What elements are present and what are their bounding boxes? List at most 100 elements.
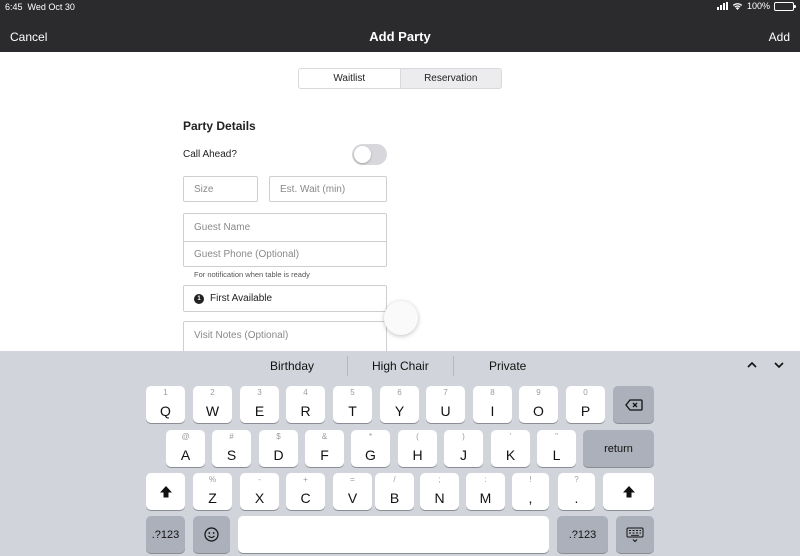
clock: 6:45: [5, 2, 23, 12]
shift-key-left[interactable]: [146, 473, 185, 510]
key-label: R: [300, 403, 311, 419]
guest-phone-input[interactable]: Guest Phone (Optional): [184, 240, 386, 268]
key-label: P: [580, 403, 591, 419]
shift-arrow-icon: [159, 485, 172, 497]
key-h[interactable]: (H: [398, 430, 437, 467]
emoji-icon: [204, 527, 219, 542]
navigation-bar: 6:45 Wed Oct 30 100% Cancel Add Party Ad…: [0, 0, 800, 52]
key-label: A: [180, 447, 191, 463]
key-period[interactable]: ?.: [558, 473, 595, 510]
key-label: O: [533, 403, 544, 419]
key-alt-label: ?: [574, 475, 579, 484]
add-party-screen: 6:45 Wed Oct 30 100% Cancel Add Party Ad…: [0, 0, 800, 556]
key-m[interactable]: :M: [466, 473, 505, 510]
key-alt-label: 6: [397, 388, 402, 397]
key-alt-label: ': [509, 432, 512, 441]
key-q[interactable]: 1Q: [146, 386, 185, 423]
dismiss-keyboard-key[interactable]: [616, 516, 654, 553]
chevron-up-icon[interactable]: [747, 360, 757, 370]
toggle-knob: [354, 146, 371, 163]
key-l[interactable]: " L: [537, 430, 576, 467]
key-alt-label: 8: [490, 388, 495, 397]
assistive-touch-button[interactable]: [384, 301, 418, 335]
suggestion-high-chair[interactable]: High Chair: [372, 359, 429, 373]
waitlist-segment[interactable]: Waitlist: [299, 69, 401, 88]
key-alt-label: ;: [438, 475, 441, 484]
key-alt-label: +: [303, 475, 308, 484]
key-p[interactable]: 0P: [566, 386, 605, 423]
backspace-icon: [624, 398, 643, 411]
reservation-segment[interactable]: Reservation: [401, 69, 502, 88]
suggestion-private[interactable]: Private: [489, 359, 526, 373]
cellular-signal-icon: [716, 2, 728, 10]
key-label: F: [320, 447, 329, 463]
key-label: ,: [528, 490, 533, 506]
numbers-key-right[interactable]: .?123: [557, 516, 608, 553]
key-u[interactable]: 7U: [426, 386, 465, 423]
key-alt-label: *: [368, 432, 373, 441]
key-alt-label: $: [276, 432, 281, 441]
key-label: X: [254, 490, 265, 506]
key-label: H: [412, 447, 423, 463]
key-label: B: [389, 490, 400, 506]
key-r[interactable]: 4R: [286, 386, 325, 423]
key-e[interactable]: 3E: [240, 386, 279, 423]
page-title: Add Party: [369, 29, 431, 44]
key-alt-label: =: [350, 475, 355, 484]
key-a[interactable]: @ A: [166, 430, 205, 467]
cancel-button[interactable]: Cancel: [10, 30, 47, 44]
key-z[interactable]: % Z: [193, 473, 232, 510]
key-b[interactable]: / B: [375, 473, 414, 510]
date: Wed Oct 30: [27, 2, 75, 12]
key-alt-label: 2: [210, 388, 215, 397]
space-key[interactable]: [238, 516, 549, 553]
key-label: J: [460, 447, 467, 463]
key-y[interactable]: 6Y: [380, 386, 419, 423]
key-label: U: [440, 403, 451, 419]
suggestion-birthday[interactable]: Birthday: [270, 359, 314, 373]
key-k[interactable]: ' K: [491, 430, 530, 467]
add-button[interactable]: Add: [769, 30, 790, 44]
key-x[interactable]: -X: [240, 473, 279, 510]
key-f[interactable]: & F: [305, 430, 344, 467]
return-key[interactable]: return: [583, 430, 654, 467]
key-comma[interactable]: !,: [512, 473, 549, 510]
key-n[interactable]: ; N: [420, 473, 459, 510]
table-select[interactable]: 1 First Available: [183, 285, 387, 312]
key-label: I: [490, 403, 495, 419]
emoji-key[interactable]: [193, 516, 230, 553]
battery-percent: 100%: [746, 1, 770, 11]
call-ahead-toggle[interactable]: [352, 144, 387, 165]
shift-key-right[interactable]: [603, 473, 654, 510]
key-t[interactable]: 5T: [333, 386, 372, 423]
phone-hint: For notification when table is ready: [194, 270, 310, 279]
party-type-segmented-control: Waitlist Reservation: [298, 68, 502, 89]
key-w[interactable]: 2W: [193, 386, 232, 423]
key-alt-label: 0: [583, 388, 588, 397]
key-i[interactable]: 8I: [473, 386, 512, 423]
size-input[interactable]: Size: [183, 176, 258, 202]
numbers-key-left[interactable]: .?123: [146, 516, 185, 553]
key-c[interactable]: + C: [286, 473, 325, 510]
status-icons: 100%: [716, 1, 796, 11]
est-wait-input[interactable]: Est. Wait (min): [269, 176, 387, 202]
chevron-down-icon[interactable]: [774, 360, 784, 370]
key-o[interactable]: 9O: [519, 386, 558, 423]
key-alt-label: /: [393, 475, 396, 484]
key-v[interactable]: = V: [333, 473, 372, 510]
key-alt-label: ): [462, 432, 465, 441]
guest-name-input[interactable]: Guest Name: [184, 214, 386, 241]
key-label: Z: [208, 490, 217, 506]
battery-icon: [774, 1, 796, 11]
key-alt-label: @: [181, 432, 190, 441]
key-alt-label: -: [258, 475, 261, 484]
key-alt-label: :: [484, 475, 487, 484]
key-j[interactable]: ) J: [444, 430, 483, 467]
key-d[interactable]: $ D: [259, 430, 298, 467]
delete-key[interactable]: [613, 386, 654, 423]
call-ahead-label: Call Ahead?: [183, 149, 237, 160]
key-s[interactable]: # S: [212, 430, 251, 467]
status-bar: 6:45 Wed Oct 30 100%: [0, 0, 800, 13]
key-label: V: [347, 490, 358, 506]
key-g[interactable]: * G: [351, 430, 390, 467]
